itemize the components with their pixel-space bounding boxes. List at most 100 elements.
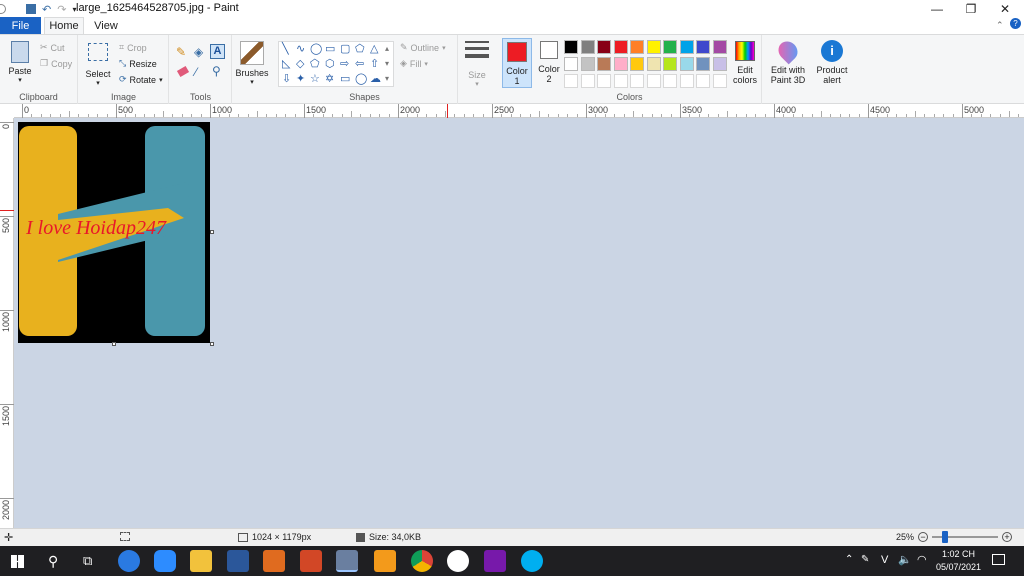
palette-swatch[interactable] (580, 40, 595, 54)
color2-button[interactable]: Color 2 (535, 41, 563, 84)
zoom-slider[interactable] (932, 531, 999, 543)
zoom-slider-thumb[interactable] (942, 531, 949, 543)
save-icon[interactable] (26, 4, 36, 14)
palette-swatch[interactable] (613, 57, 628, 71)
brushes-button[interactable]: Brushes ▾ (234, 41, 270, 88)
callout-cloud-shape-icon[interactable]: ☁ (370, 74, 381, 85)
tab-view[interactable]: View (88, 17, 124, 34)
rounded-rect-shape-icon[interactable]: ▢ (340, 44, 350, 55)
right-triangle-shape-icon[interactable]: ◺ (282, 59, 290, 70)
text-icon[interactable]: A (210, 44, 225, 59)
volume-icon[interactable]: 🔈 (898, 553, 912, 566)
color-picker-icon[interactable]: ⁄ (195, 65, 197, 79)
palette-swatch[interactable] (646, 57, 661, 71)
custom-color-slot[interactable] (663, 74, 677, 88)
up-arrow-shape-icon[interactable]: ⇧ (370, 59, 379, 70)
copy-button[interactable]: ❐ Copy (40, 58, 72, 69)
palette-swatch[interactable] (679, 57, 694, 71)
palette-swatch[interactable] (712, 57, 727, 71)
pencil-icon[interactable]: ✎ (176, 45, 186, 59)
clock-date[interactable]: 05/07/2021 (936, 562, 981, 572)
canvas-area[interactable]: I love Hoidap247 (14, 118, 1024, 528)
palette-swatch[interactable] (646, 40, 661, 54)
paste-button[interactable]: Paste ▾ (6, 41, 34, 86)
task-view-icon[interactable]: ⧉ (83, 553, 92, 569)
zoom-in-icon[interactable]: + (1002, 532, 1013, 542)
six-star-shape-icon[interactable]: ✡ (325, 74, 334, 85)
custom-color-slot[interactable] (564, 74, 578, 88)
close-button[interactable]: ✕ (988, 0, 1022, 17)
fill-button[interactable]: ◈ Fill ▾ (400, 58, 428, 69)
palette-swatch[interactable] (613, 40, 628, 54)
photo-app-icon[interactable] (263, 550, 285, 572)
hexagon-shape-icon[interactable]: ⬡ (325, 59, 335, 70)
custom-color-slot[interactable] (597, 74, 611, 88)
custom-color-slot[interactable] (646, 74, 661, 88)
outline-button[interactable]: ✎ Outline ▾ (400, 42, 446, 53)
resize-button[interactable]: ⤡ Resize (119, 58, 157, 69)
color1-button[interactable]: Color 1 (502, 38, 532, 88)
triangle-shape-icon[interactable]: △ (370, 44, 378, 55)
left-arrow-shape-icon[interactable]: ⇦ (355, 59, 364, 70)
minimize-ribbon-icon[interactable]: ⌃ (996, 20, 1004, 31)
diamond-shape-icon[interactable]: ◇ (296, 59, 304, 70)
restore-button[interactable]: ❐ (954, 0, 988, 17)
curve-shape-icon[interactable]: ∿ (296, 44, 305, 55)
windows-start-icon[interactable] (11, 555, 24, 568)
palette-swatch[interactable] (597, 57, 611, 71)
custom-color-slot[interactable] (696, 74, 710, 88)
resize-handle-right[interactable] (210, 230, 214, 234)
rotate-button[interactable]: ⟳ Rotate ▾ (119, 74, 163, 85)
custom-color-slot[interactable] (712, 74, 727, 88)
palette-swatch[interactable] (630, 57, 644, 71)
shapes-gallery[interactable]: ╲ ∿ ◯ ▭ ▢ ⬠ △ ◺ ◇ ⬠ ⬡ ⇨ ⇦ ⇧ ⇩ ✦ ☆ ✡ ▭ ◯ … (278, 41, 394, 87)
callout-rect-shape-icon[interactable]: ▭ (340, 74, 350, 85)
palette-swatch[interactable] (696, 40, 710, 54)
rectangle-shape-icon[interactable]: ▭ (325, 44, 335, 55)
palette-swatch[interactable] (564, 57, 578, 71)
custom-color-slot[interactable] (580, 74, 595, 88)
word-app-icon[interactable] (227, 550, 249, 572)
tray-app-icon[interactable]: ✎ (861, 554, 869, 565)
magnifier-icon[interactable]: ⚲ (212, 64, 221, 78)
file-explorer-icon[interactable] (190, 550, 212, 572)
shapes-scroll-down-icon[interactable]: ▾ (385, 59, 389, 68)
line-shape-icon[interactable]: ╲ (282, 44, 289, 55)
clock-time[interactable]: 1:02 CH (942, 549, 975, 559)
palette-swatch[interactable] (630, 40, 644, 54)
minimize-button[interactable]: — (920, 0, 954, 17)
onenote-app-icon[interactable] (484, 550, 506, 572)
image-canvas[interactable]: I love Hoidap247 (18, 122, 210, 343)
custom-color-slot[interactable] (630, 74, 644, 88)
polygon-shape-icon[interactable]: ⬠ (355, 44, 365, 55)
zoom-out-icon[interactable]: − (918, 532, 929, 542)
paint-app-taskbar-icon[interactable] (336, 550, 358, 572)
language-indicator[interactable]: V (881, 554, 888, 566)
callout-oval-shape-icon[interactable]: ◯ (355, 74, 367, 85)
tab-file[interactable]: File (0, 17, 41, 34)
undo-icon[interactable]: ↶ (42, 3, 51, 16)
palette-swatch[interactable] (712, 40, 727, 54)
cut-button[interactable]: ✂ Cut (40, 42, 65, 53)
tab-home[interactable]: Home (44, 17, 84, 34)
notifications-icon[interactable] (992, 554, 1005, 565)
edit-with-paint3d-button[interactable]: Edit with Paint 3D (766, 37, 810, 85)
chrome-app-icon[interactable] (411, 550, 433, 572)
wifi-icon[interactable]: ◠ (917, 553, 927, 566)
palette-swatch[interactable] (679, 40, 694, 54)
powerpoint-app-icon[interactable] (300, 550, 322, 572)
four-star-shape-icon[interactable]: ✦ (296, 74, 305, 85)
crop-button[interactable]: ⌗ Crop (119, 42, 147, 53)
shapes-expand-icon[interactable]: ▾ (385, 74, 389, 83)
palette-swatch[interactable] (597, 40, 611, 54)
eraser-icon[interactable] (176, 65, 190, 78)
palette-swatch[interactable] (663, 40, 677, 54)
zalo-app-icon[interactable] (118, 550, 140, 572)
edit-colors-button[interactable]: Edit colors (730, 41, 760, 85)
right-arrow-shape-icon[interactable]: ⇨ (340, 59, 349, 70)
pentagon-shape-icon[interactable]: ⬠ (310, 59, 320, 70)
tray-overflow-icon[interactable]: ⌃ (845, 554, 853, 565)
down-arrow-shape-icon[interactable]: ⇩ (282, 74, 291, 85)
resize-handle-corner[interactable] (210, 342, 214, 346)
select-button[interactable]: Select ▾ (85, 43, 111, 89)
